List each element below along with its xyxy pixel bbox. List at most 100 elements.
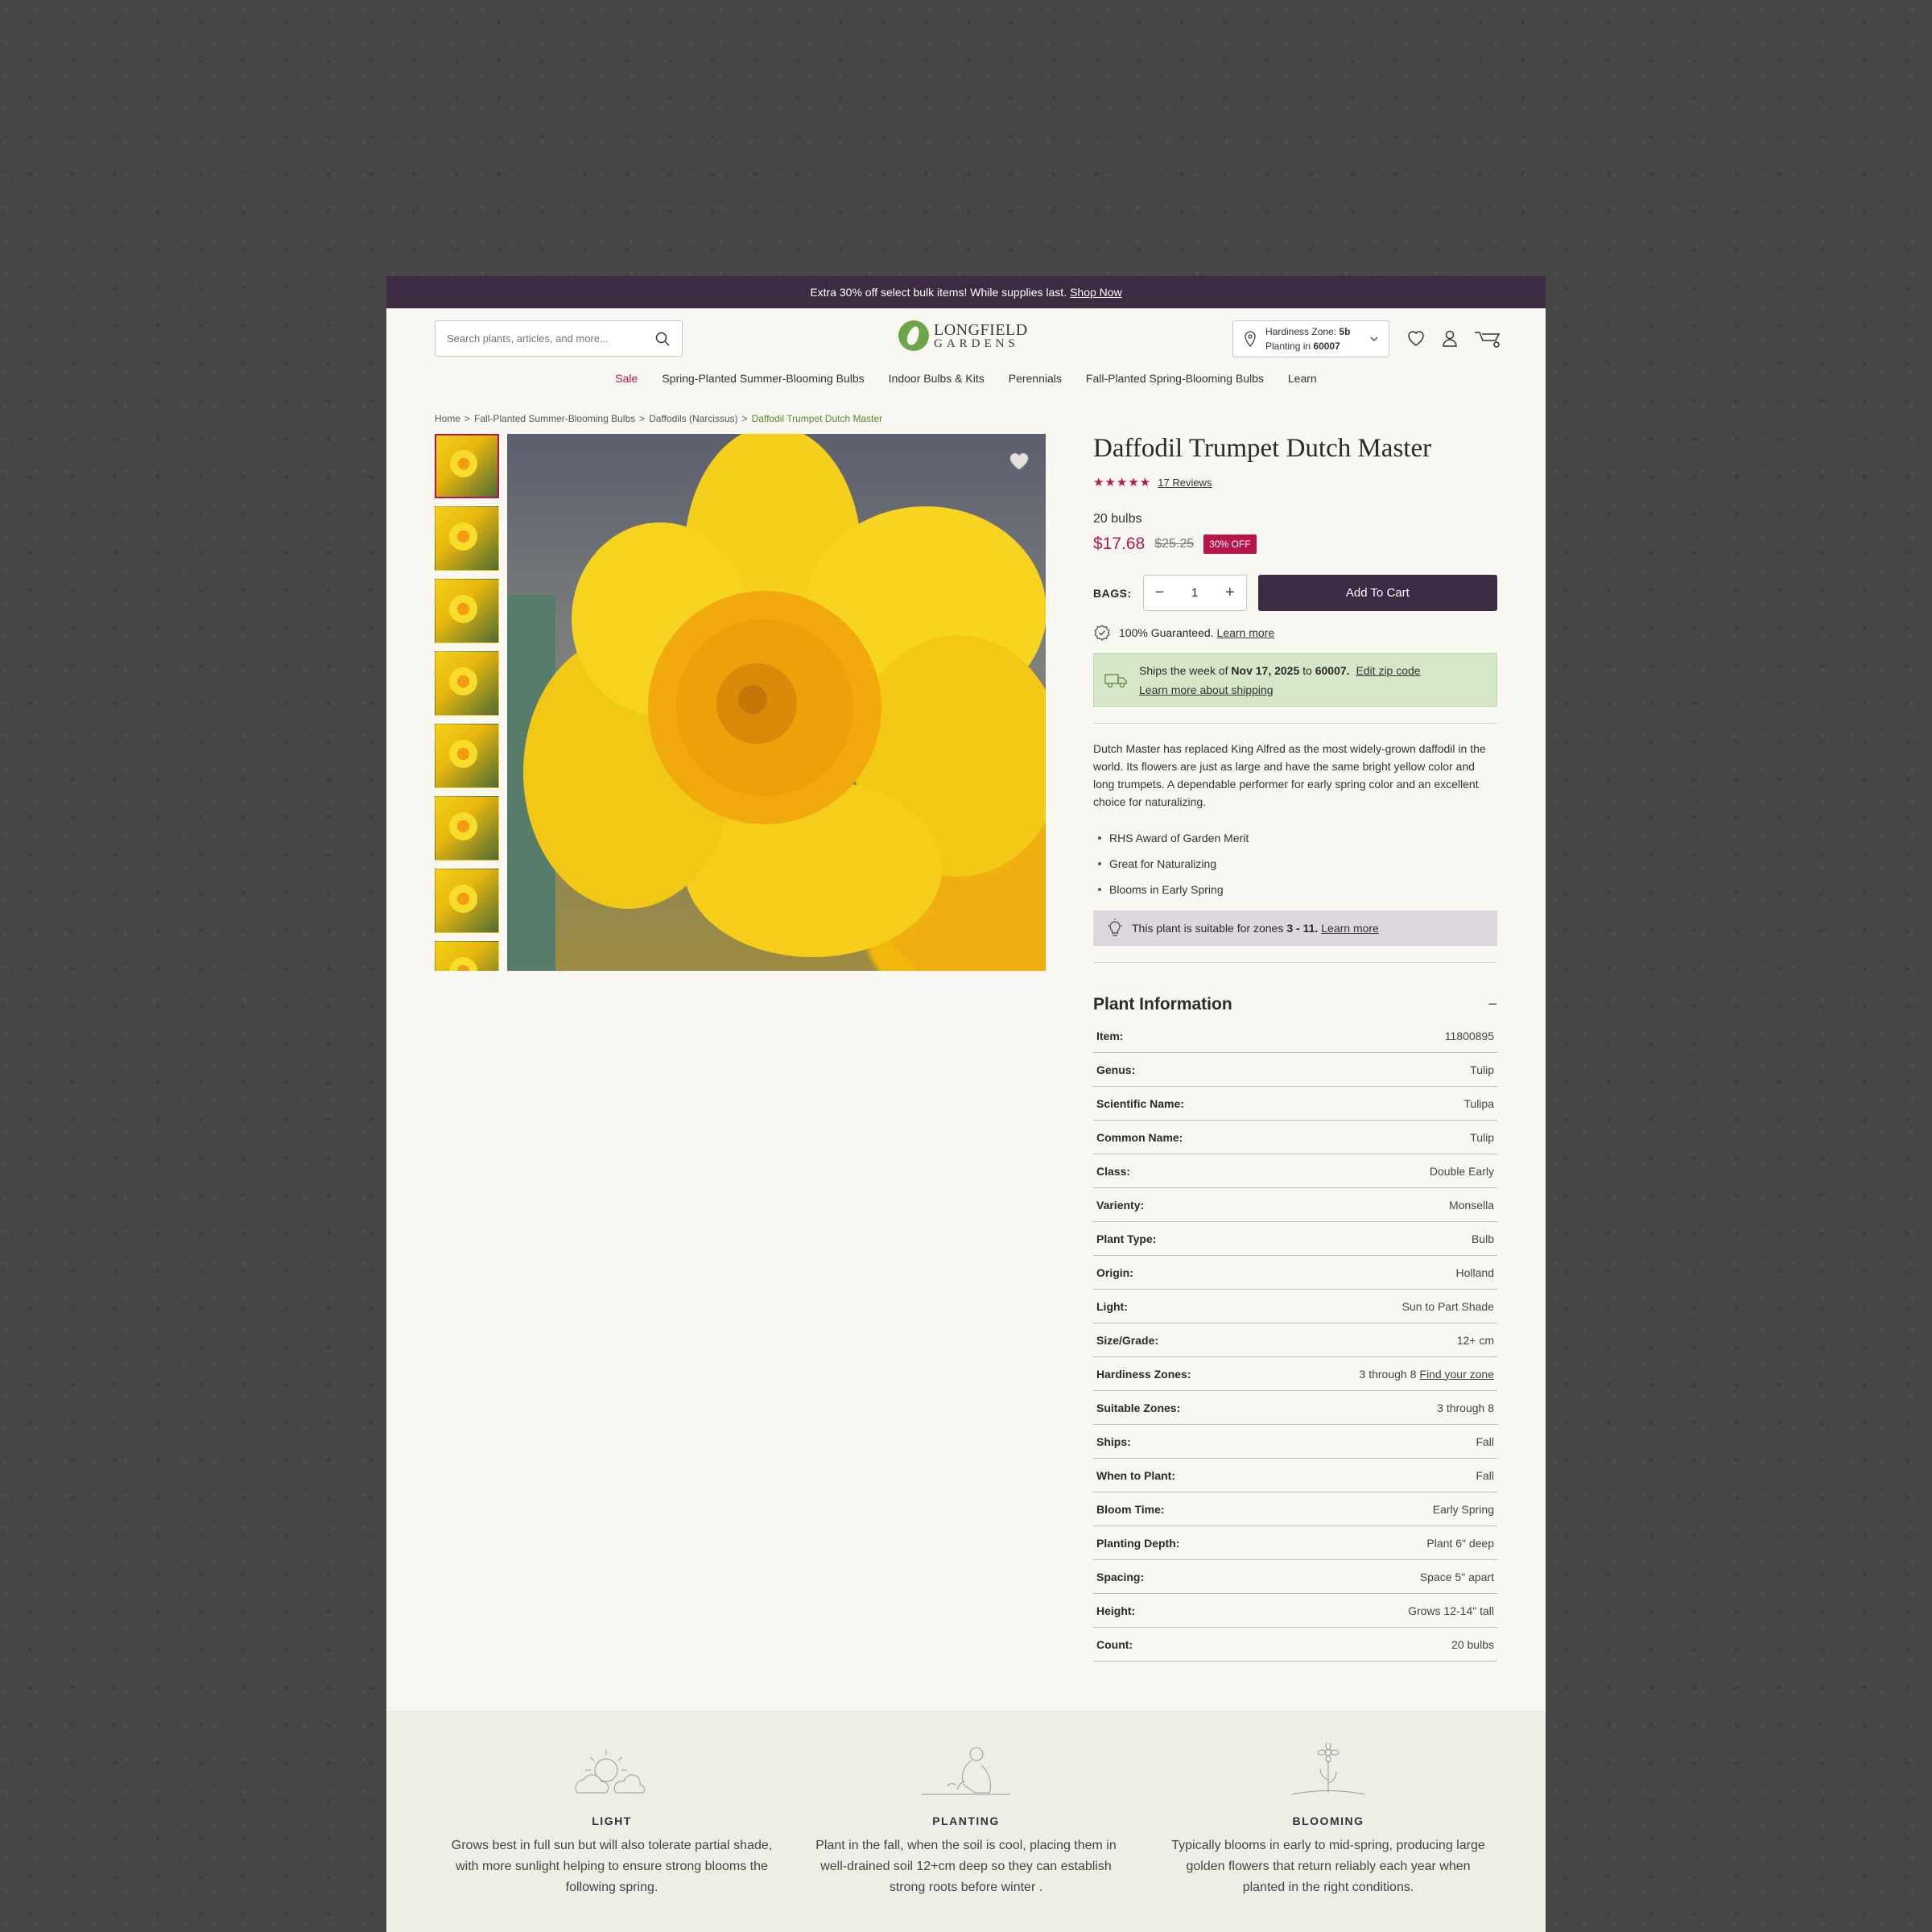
plant-info-row: Class: Double Early (1093, 1154, 1497, 1188)
plant-info-row: Size/Grade: 12+ cm (1093, 1323, 1497, 1357)
plant-info-value: 11800895 (1445, 1030, 1494, 1042)
shipping-learn-more-link[interactable]: Learn more about shipping (1139, 683, 1274, 696)
thumbnail-image[interactable] (435, 724, 499, 788)
plant-info-row: Bloom Time: Early Spring (1093, 1492, 1497, 1526)
thumbnail-image[interactable] (435, 506, 499, 571)
lightbulb-icon (1108, 919, 1122, 936)
original-price: $25.25 (1154, 537, 1195, 551)
reviews-link[interactable]: 17 Reviews (1158, 477, 1212, 489)
edit-zip-link[interactable]: Edit zip code (1356, 664, 1420, 677)
wishlist-heart-icon[interactable] (1406, 328, 1426, 349)
header-icons (1406, 328, 1502, 349)
plant-information-header[interactable]: Plant Information − (1093, 990, 1497, 1019)
add-to-cart-button[interactable]: Add To Cart (1257, 575, 1497, 611)
logo-line-1: LONGFIELD (934, 320, 1028, 339)
account-user-icon[interactable] (1439, 328, 1460, 349)
search-box[interactable] (435, 320, 683, 357)
feature-planting: PLANTING Plant in the fall, when the soi… (805, 1743, 1127, 1898)
zones-learn-more-link[interactable]: Learn more (1321, 922, 1379, 935)
chevron-down-icon (1370, 336, 1378, 341)
plant-info-key: Size/Grade: (1096, 1333, 1159, 1347)
thumbnail-image[interactable] (435, 796, 499, 861)
site-logo[interactable]: LONGFIELD GARDENS (898, 320, 1028, 351)
nav-item-sale[interactable]: Sale (615, 372, 638, 385)
nav-item-learn[interactable]: Learn (1288, 372, 1317, 385)
breadcrumb-separator: > (639, 413, 646, 424)
plant-info-row: Height: Grows 12-14" tall (1093, 1594, 1497, 1628)
breadcrumb-separator: > (741, 413, 748, 424)
search-icon[interactable] (654, 331, 671, 347)
thumbnail-image[interactable] (435, 941, 499, 971)
plant-information-table: Item: 11800895 Genus: Tulip Scientific Name:… (1093, 1019, 1497, 1662)
breadcrumb-category[interactable]: Fall-Planted Summer-Blooming Bulbs (474, 413, 635, 424)
thumbnail-image[interactable] (435, 651, 499, 716)
daffodil-photo (507, 434, 1046, 971)
find-your-zone-link[interactable]: Find your zone (1419, 1368, 1494, 1381)
favorite-heart-icon[interactable] (1007, 448, 1031, 473)
plant-info-value: Fall (1476, 1435, 1494, 1448)
search-input[interactable] (447, 332, 654, 345)
sun-cloud-icon (575, 1749, 646, 1794)
plant-info-value-text: 3 through 8 (1437, 1401, 1494, 1414)
plant-info-value: Plant 6" deep (1426, 1537, 1494, 1550)
purchase-row: BAGS: − 1 + Add To Cart (1093, 575, 1497, 611)
feature-bullet: RHS Award of Garden Merit (1093, 825, 1497, 851)
breadcrumb-separator: > (464, 413, 471, 424)
plant-info-value: Grows 12-14" tall (1408, 1604, 1494, 1617)
discount-badge: 30% OFF (1203, 535, 1257, 554)
feature-title: LIGHT (592, 1814, 632, 1827)
plant-info-row: Spacing: Space 5" apart (1093, 1560, 1497, 1594)
breadcrumb-home[interactable]: Home (435, 413, 460, 424)
promo-shop-now-link[interactable]: Shop Now (1070, 286, 1122, 299)
hardiness-label: Hardiness Zone: (1265, 326, 1337, 337)
guarantee-learn-more-link[interactable]: Learn more (1217, 626, 1275, 639)
plant-info-key: When to Plant: (1096, 1468, 1175, 1482)
plant-info-row: Suitable Zones: 3 through 8 (1093, 1391, 1497, 1425)
decrease-quantity-button[interactable]: − (1155, 584, 1165, 602)
plant-info-value-text: 11800895 (1444, 1029, 1494, 1042)
plant-info-key: Item: (1096, 1029, 1124, 1042)
plant-info-key: Genus: (1096, 1063, 1136, 1076)
plant-info-value: Early Spring (1433, 1503, 1494, 1516)
cart-wheelbarrow-icon[interactable] (1473, 328, 1502, 349)
nav-item-indoor-bulbs[interactable]: Indoor Bulbs & Kits (889, 372, 985, 385)
plant-information-title: Plant Information (1093, 995, 1232, 1013)
nav-item-perennials[interactable]: Perennials (1009, 372, 1062, 385)
breadcrumb-subcategory[interactable]: Daffodils (Narcissus) (649, 413, 737, 424)
plant-info-value-text: 20 bulbs (1451, 1637, 1494, 1651)
quantity-label: BAGS: (1093, 586, 1132, 600)
plant-info-value-text: Holland (1455, 1265, 1494, 1279)
plant-info-row: Count: 20 bulbs (1093, 1628, 1497, 1662)
breadcrumb-current: Daffodil Trumpet Dutch Master (751, 413, 883, 424)
collapse-toggle-icon[interactable]: − (1488, 996, 1497, 1014)
plant-info-value-text: Monsella (1448, 1198, 1494, 1212)
hardiness-zone-selector[interactable]: Hardiness Zone: 5b Planting in 60007 (1232, 320, 1389, 357)
main-product-image[interactable] (507, 434, 1046, 971)
thumbnail-image[interactable] (435, 869, 499, 933)
feature-title: BLOOMING (1292, 1814, 1364, 1827)
thumbnail-image[interactable] (435, 434, 499, 498)
plant-info-row: When to Plant: Fall (1093, 1459, 1497, 1492)
plant-info-value-text: 3 through 8 (1359, 1367, 1417, 1381)
plant-info-row: Hardiness Zones: 3 through 8 Find your zon… (1093, 1357, 1497, 1391)
thumbnail-image[interactable] (435, 579, 499, 643)
increase-quantity-button[interactable]: + (1225, 584, 1235, 602)
plant-info-row: Common Name: Tulip (1093, 1121, 1497, 1154)
plant-info-key: Hardiness Zones: (1096, 1367, 1191, 1381)
plant-info-key: Ships: (1096, 1435, 1131, 1448)
site-header: LONGFIELD GARDENS Hardiness Zone: 5b Pla… (386, 308, 1546, 357)
plant-info-value-text: Plant 6" deep (1426, 1536, 1494, 1550)
feature-blooming: BLOOMING Typically blooms in early to mi… (1167, 1741, 1489, 1898)
nav-item-fall-planted[interactable]: Fall-Planted Spring-Blooming Bulbs (1086, 372, 1264, 385)
plant-info-value-text: Tulip (1470, 1063, 1494, 1076)
plant-info-value-text: Sun to Part Shade (1402, 1299, 1494, 1313)
plant-info-row: Genus: Tulip (1093, 1053, 1497, 1087)
plant-info-value: Space 5" apart (1420, 1571, 1494, 1583)
plant-info-key: Plant Type: (1096, 1232, 1157, 1245)
quantity-value[interactable]: 1 (1191, 586, 1198, 600)
location-pin-icon (1245, 331, 1256, 347)
plant-info-row: Plant Type: Bulb (1093, 1222, 1497, 1256)
promo-text: Extra 30% off select bulk items! While s… (810, 286, 1067, 299)
ship-date: Nov 17, 2025 (1231, 663, 1300, 677)
nav-item-spring-planted[interactable]: Spring-Planted Summer-Blooming Bulbs (662, 372, 864, 385)
